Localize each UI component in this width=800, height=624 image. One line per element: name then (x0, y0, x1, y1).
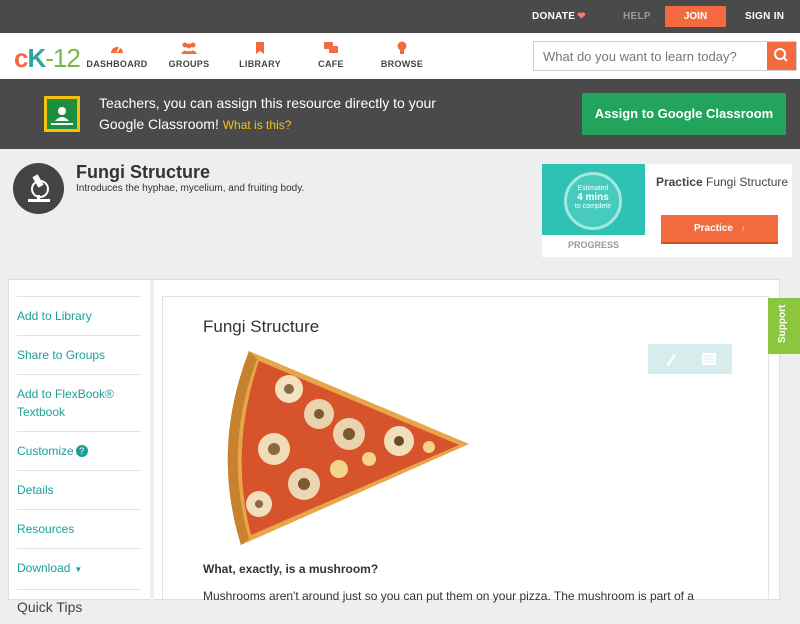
notes-icon[interactable] (700, 350, 718, 368)
article-panel: Fungi Structure What, exactly, is a mush… (162, 296, 769, 603)
search-button[interactable] (767, 42, 796, 70)
nav-dashboard-label: DASHBOARD (86, 59, 148, 69)
assign-google-classroom-button[interactable]: Assign to Google Classroom (582, 93, 786, 135)
add-to-flexbook-link[interactable]: Add to FlexBook® Textbook (17, 374, 141, 431)
search-input[interactable] (534, 42, 768, 70)
dashboard-icon (82, 41, 152, 55)
library-icon (225, 41, 295, 55)
progress-graphic: Estimated 4 mins to complete (542, 164, 645, 235)
practice-button-label: Practice (693, 223, 733, 234)
chevron-right-icon: › (741, 223, 746, 234)
search-icon (774, 48, 788, 62)
nav-cafe[interactable]: CAFE (296, 41, 366, 69)
support-tab[interactable]: Support (768, 298, 800, 354)
sign-in-link[interactable]: SIGN IN (745, 11, 784, 22)
help-link[interactable]: HELP (623, 11, 651, 22)
article-title: Fungi Structure (203, 317, 320, 336)
nav-groups-label: GROUPS (168, 59, 210, 69)
help-icon[interactable]: ? (75, 445, 88, 457)
practice-heading: Practice Fungi Structure (652, 175, 792, 189)
chat-bubbles-icon (296, 41, 366, 55)
nav-dashboard[interactable]: DASHBOARD (82, 41, 152, 69)
nav-library-label: LIBRARY (239, 59, 281, 69)
main-nav: cK-12 DASHBOARD GROUPS LIBRARY CAFE BROW… (0, 33, 800, 79)
article-tools (648, 344, 732, 374)
pencil-icon[interactable] (662, 350, 680, 368)
practice-card: Estimated 4 mins to complete PROGRESS Pr… (542, 164, 792, 257)
donate-label: DONATE (532, 11, 576, 22)
what-is-this-link[interactable]: What is this? (223, 118, 292, 132)
action-sidebar: Add to Library Share to Groups Add to Fl… (17, 296, 141, 624)
practice-heading-topic: Fungi Structure (706, 175, 789, 189)
search-box (533, 41, 797, 71)
concept-header: Fungi Structure Introduces the hyphae, m… (0, 149, 800, 277)
column-divider (150, 280, 154, 601)
quick-tips-heading: Quick Tips (17, 589, 141, 624)
resources-link[interactable]: Resources (17, 509, 141, 548)
nav-browse-label: BROWSE (380, 59, 424, 69)
concept-title: Fungi Structure (76, 162, 210, 182)
estimated-minutes: 4 mins (577, 192, 609, 203)
practice-heading-bold: Practice (655, 175, 703, 189)
pizza-slice-image (227, 351, 469, 545)
top-bar: DONATE ❤ HELP JOIN SIGN IN (0, 0, 800, 33)
support-label: Support (777, 304, 788, 343)
google-classroom-banner: Teachers, you can assign this resource d… (0, 79, 800, 149)
practice-button[interactable]: Practice › (661, 215, 778, 244)
join-button[interactable]: JOIN (665, 6, 726, 27)
donate-link[interactable]: DONATE ❤ (532, 11, 586, 22)
logo-c: c (14, 43, 29, 73)
banner-message: Teachers, you can assign this resource d… (99, 93, 439, 136)
nav-groups[interactable]: GROUPS (154, 41, 224, 69)
nav-library[interactable]: LIBRARY (225, 41, 295, 69)
google-classroom-icon (44, 96, 80, 132)
caret-down-icon: ▼ (74, 565, 83, 574)
heart-icon: ❤ (577, 11, 586, 22)
main-content: Add to Library Share to Groups Add to Fl… (8, 279, 780, 615)
lightbulb-icon (367, 41, 437, 55)
concept-description: Introduces the hyphae, mycelium, and fru… (76, 183, 305, 194)
article-paragraph: Mushrooms aren't around just so you can … (203, 589, 694, 603)
ck12-logo[interactable]: cK-12 (14, 43, 81, 74)
nav-cafe-label: CAFE (318, 59, 344, 69)
logo-12: 12 (52, 43, 81, 73)
progress-label: PROGRESS (567, 240, 619, 250)
details-link[interactable]: Details (17, 470, 141, 509)
logo-dash: - (45, 43, 54, 73)
estimate-text: Estimated 4 mins to complete (564, 184, 622, 211)
to-complete-label: to complete (574, 203, 612, 210)
share-to-groups-link[interactable]: Share to Groups (17, 335, 141, 374)
microscope-icon (13, 163, 64, 214)
logo-k: K (27, 43, 46, 73)
estimated-label: Estimated (577, 185, 609, 192)
section-question: What, exactly, is a mushroom? (203, 562, 379, 576)
add-to-library-link[interactable]: Add to Library (17, 296, 141, 335)
download-link[interactable]: Download ▼ (17, 548, 141, 589)
download-label: Download (17, 561, 71, 575)
customize-link[interactable]: Customize? (17, 431, 141, 470)
nav-browse[interactable]: BROWSE (367, 41, 437, 69)
groups-icon (154, 41, 224, 55)
customize-label: Customize (17, 444, 74, 458)
